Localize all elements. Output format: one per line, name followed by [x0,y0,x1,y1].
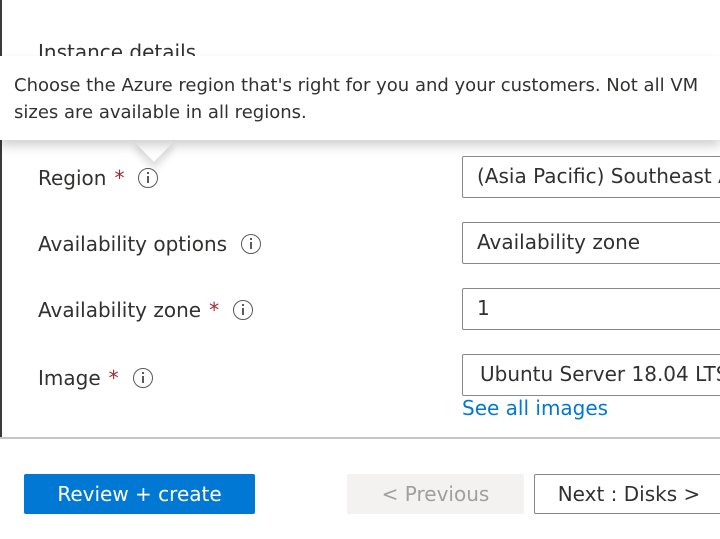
required-marker: * [209,298,220,322]
info-icon[interactable] [132,368,153,388]
image-label: Image [38,366,101,390]
tooltip-text: Choose the Azure region that's right for… [14,75,699,123]
availability-zone-label-group: Availability zone * [38,298,254,322]
availability-zone-label: Availability zone [38,298,202,322]
info-icon[interactable] [241,234,262,254]
info-icon[interactable] [138,168,159,188]
next-disks-button[interactable]: Next : Disks > [534,474,720,514]
region-label: Region [38,166,107,190]
region-label-group: Region * [38,166,159,190]
image-row: Image * Ubuntu Server 18.04 LTS [0,354,720,398]
availability-zone-select[interactable]: 1 [462,288,720,330]
footer-divider [0,437,720,439]
image-select[interactable]: Ubuntu Server 18.04 LTS [462,354,720,396]
availability-zone-row: Availability zone * 1 [0,288,720,332]
required-marker: * [114,166,125,190]
availability-options-select[interactable]: Availability zone [462,222,720,264]
availability-options-label-group: Availability options [38,232,262,256]
availability-options-row: Availability options Availability zone [0,222,720,266]
see-all-images-link[interactable]: See all images [462,396,608,420]
availability-options-label: Availability options [38,232,228,256]
region-row: Region * (Asia Pacific) Southeast Asia [0,156,720,200]
region-select[interactable]: (Asia Pacific) Southeast Asia [462,156,720,198]
required-marker: * [108,366,119,390]
region-tooltip: Choose the Azure region that's right for… [0,56,720,140]
info-icon[interactable] [233,300,254,320]
review-create-button[interactable]: Review + create [24,474,255,514]
previous-button[interactable]: < Previous [347,474,524,514]
image-label-group: Image * [38,366,153,390]
